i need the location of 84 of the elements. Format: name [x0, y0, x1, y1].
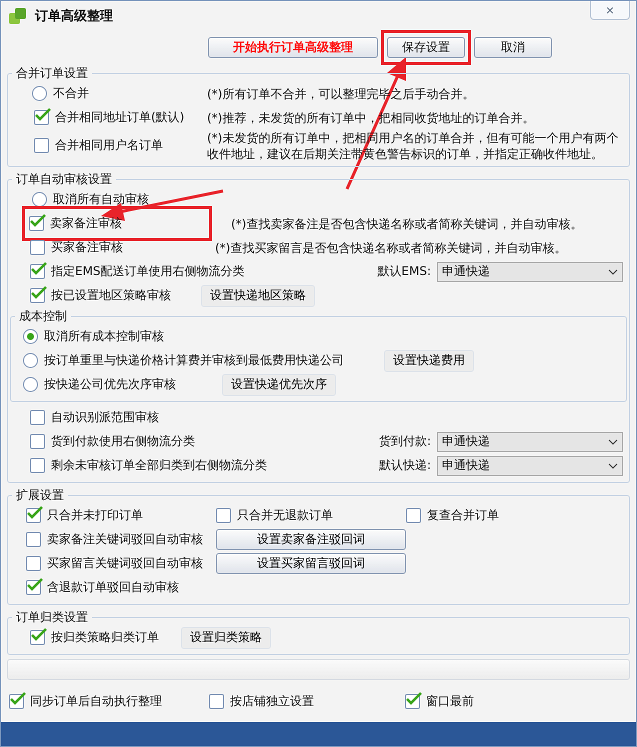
radio-button[interactable] [23, 353, 38, 368]
checkbox[interactable] [34, 138, 49, 154]
courier-select[interactable]: 申通快递 [437, 456, 623, 476]
option-label: 窗口最前 [426, 692, 474, 710]
option-label: 合并相同用户名订单 [55, 137, 163, 154]
checkbox[interactable] [30, 264, 45, 280]
option-label: 自动识别派范围审核 [51, 409, 159, 426]
option-label: 按店铺独立设置 [230, 692, 314, 710]
chevron-down-icon [608, 268, 618, 275]
option-label: 剩余未审核订单全部归类到右侧物流分类 [51, 457, 267, 474]
checkbox[interactable] [30, 630, 45, 646]
check-icon [35, 108, 51, 122]
check-icon [30, 214, 46, 228]
option-label: 买家留言关键词驳回自动审核 [47, 555, 203, 572]
option-label: 同步订单后自动执行整理 [30, 692, 162, 710]
radio-button[interactable] [32, 86, 47, 102]
checkbox[interactable] [216, 508, 231, 524]
courier-select[interactable]: 申通快递 [437, 432, 623, 452]
checkbox[interactable] [34, 110, 49, 126]
chevron-down-icon [608, 438, 618, 445]
checkbox[interactable] [30, 410, 45, 426]
option-note: (*)查找卖家备注是否包含快递名称或者简称关键词，并自动审核。 [231, 216, 584, 232]
group-title: 订单自动审核设置 [15, 170, 113, 188]
option-label: 按快递公司优先次序审核 [44, 376, 176, 394]
option-label: 卖家备注关键词驳回自动审核 [47, 531, 203, 548]
option-note: (*)查找买家留言是否包含快递名称或者简称关键词，并自动审核。 [215, 240, 568, 256]
radio-button[interactable] [23, 329, 38, 344]
option-label: 含退款订单驳回自动审核 [47, 579, 179, 596]
strategy-button[interactable]: 设置归类策略 [181, 626, 271, 649]
group-title: 合并订单设置 [15, 64, 89, 82]
checkbox[interactable] [26, 556, 41, 572]
option-label: 货到付款使用右侧物流分类 [51, 433, 195, 450]
toolbar-button[interactable]: 保存设置 [387, 37, 465, 58]
checkbox[interactable] [29, 216, 44, 232]
rejection-words-button[interactable]: 设置买家留言驳回词 [216, 553, 406, 574]
select-label: 默认EMS: [377, 263, 431, 280]
rejection-words-button[interactable]: 设置卖家备注驳回词 [216, 529, 406, 550]
check-icon [31, 262, 47, 276]
option-label: 卖家备注审核 [50, 215, 122, 232]
checkbox[interactable] [26, 508, 41, 524]
check-icon [27, 506, 43, 520]
courier-select[interactable]: 申通快递 [437, 262, 623, 282]
close-button[interactable]: × [590, 1, 630, 20]
checkbox[interactable] [209, 694, 224, 709]
group-title: 扩展设置 [15, 486, 65, 504]
window-title: 订单高级整理 [35, 8, 114, 25]
option-label: 按归类策略归类订单 [51, 629, 159, 646]
checkbox[interactable] [26, 532, 41, 548]
check-icon [31, 286, 47, 300]
checkbox[interactable] [30, 288, 45, 304]
group-title: 成本控制 [18, 308, 68, 325]
checkbox[interactable] [406, 508, 421, 524]
check-icon [31, 628, 47, 642]
option-label: 取消所有自动审核 [53, 191, 149, 208]
checkbox[interactable] [30, 434, 45, 450]
option-label: 取消所有成本控制审核 [44, 328, 164, 346]
radio-button[interactable] [23, 377, 38, 392]
group-title: 订单归类设置 [15, 608, 89, 626]
toolbar-button[interactable]: 取消 [474, 37, 552, 58]
option-label: 只合并未打印订单 [47, 507, 143, 524]
select-label: 默认快递: [378, 457, 431, 474]
option-label: 按订单重里与快递价格计算费并审核到最低费用快递公司 [44, 352, 344, 370]
checkbox[interactable] [26, 580, 41, 596]
checkbox[interactable] [405, 694, 420, 709]
option-label: 复查合并订单 [427, 507, 499, 524]
option-label: 按已设置地区策略审核 [51, 287, 171, 304]
option-label: 指定EMS配送订单使用右侧物流分类 [51, 263, 245, 280]
app-icon [9, 8, 27, 24]
option-label: 只合并无退款订单 [237, 507, 333, 524]
option-label: 合并相同地址订单(默认) [55, 109, 184, 126]
chevron-down-icon [608, 462, 618, 469]
select-label: 货到付款: [378, 433, 431, 450]
radio-button[interactable] [32, 192, 47, 208]
strategy-button[interactable]: 设置快递费用 [384, 350, 474, 372]
strategy-button[interactable]: 设置快递地区策略 [201, 284, 315, 307]
check-icon [27, 578, 43, 592]
check-icon [406, 692, 422, 706]
option-label: 买家备注审核 [51, 239, 123, 256]
checkbox[interactable] [30, 240, 45, 256]
checkbox[interactable] [9, 694, 24, 709]
strategy-button[interactable]: 设置快递优先次序 [222, 374, 336, 396]
check-icon [10, 692, 26, 706]
option-label: 不合并 [53, 85, 89, 102]
checkbox[interactable] [30, 458, 45, 474]
